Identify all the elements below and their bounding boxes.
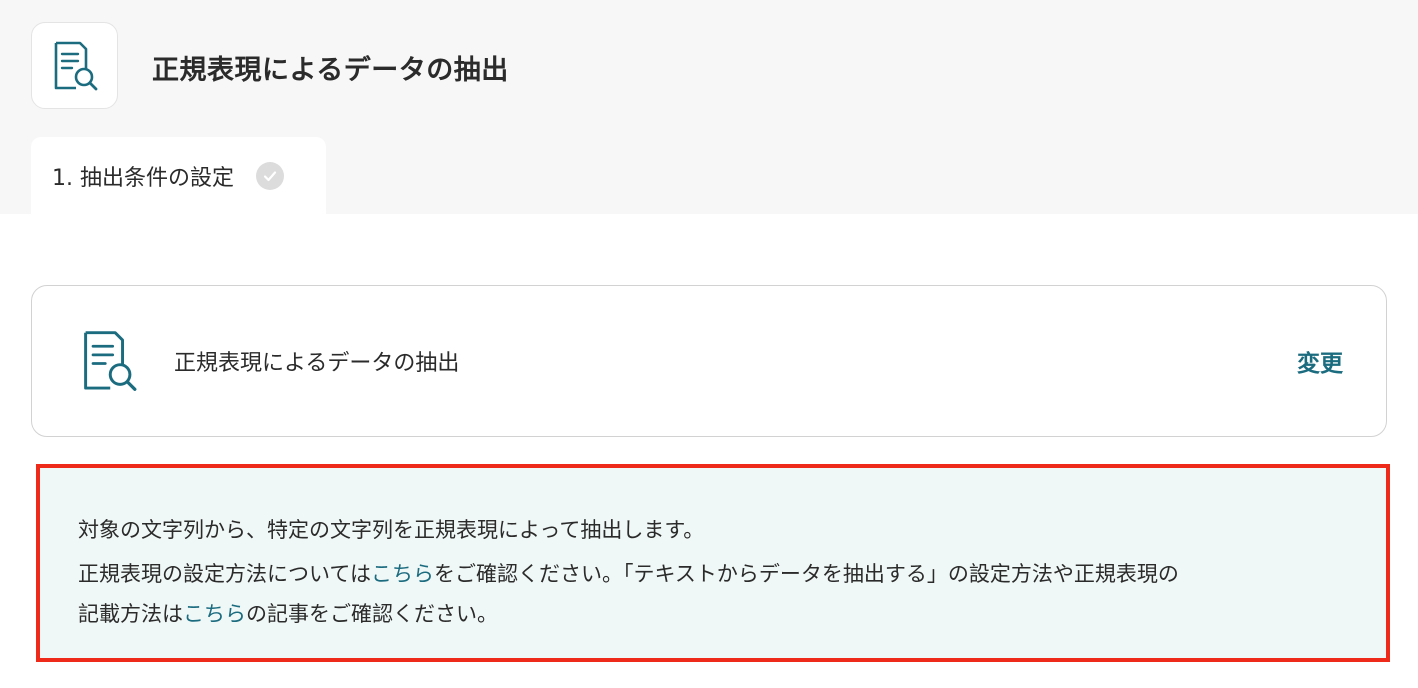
document-search-icon bbox=[54, 41, 97, 90]
change-button[interactable]: 変更 bbox=[1297, 344, 1343, 378]
info-line-3-before: 記載方法は bbox=[78, 602, 183, 626]
info-paragraph-2: 正規表現の設定方法についてはこちらをご確認ください。「テキストからデータを抽出す… bbox=[78, 554, 1348, 634]
info-line-3-after: の記事をご確認ください。 bbox=[246, 602, 498, 626]
info-box: 対象の文字列から、特定の文字列を正規表現によって抽出します。 正規表現の設定方法… bbox=[36, 464, 1390, 662]
info-line-2-before: 正規表現の設定方法については bbox=[78, 562, 371, 586]
document-search-icon bbox=[78, 329, 140, 397]
action-card: 正規表現によるデータの抽出 変更 bbox=[31, 285, 1387, 437]
tab-extraction-settings[interactable]: 1. 抽出条件の設定 bbox=[31, 137, 326, 214]
info-text: 対象の文字列から、特定の文字列を正規表現によって抽出します。 正規表現の設定方法… bbox=[78, 510, 1348, 634]
check-circle-icon bbox=[255, 161, 284, 190]
article-link[interactable]: こちら bbox=[183, 602, 246, 626]
tab-label: 1. 抽出条件の設定 bbox=[52, 165, 234, 191]
info-line-2-after: をご確認ください。「テキストからデータを抽出する」の設定方法や正規表現の bbox=[433, 562, 1179, 586]
page-title: 正規表現によるデータの抽出 bbox=[152, 55, 509, 86]
info-line-1: 対象の文字列から、特定の文字列を正規表現によって抽出します。 bbox=[78, 518, 705, 542]
regex-help-link[interactable]: こちら bbox=[371, 562, 434, 586]
app-icon bbox=[31, 22, 118, 109]
action-name: 正規表現によるデータの抽出 bbox=[174, 351, 460, 376]
